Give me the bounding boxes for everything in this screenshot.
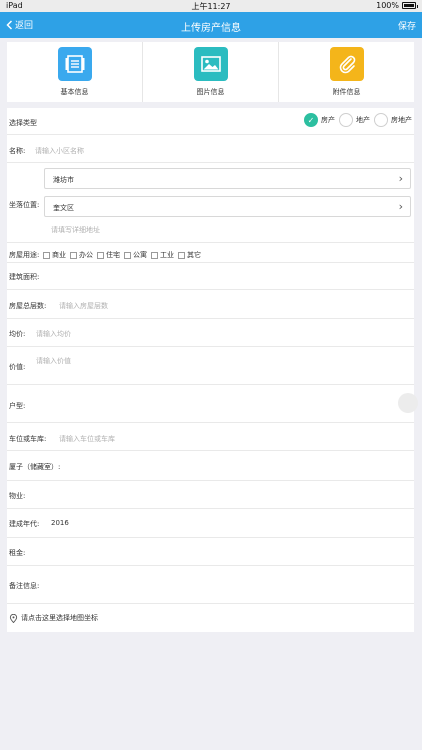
status-bar: iPad 上午11:27 100% — [0, 0, 422, 12]
battery-percent: 100% — [376, 1, 399, 10]
city-select[interactable]: 潍坊市 › — [44, 168, 411, 189]
property-form: 选择类型 ✓ 房产 地产 房地产 名称: 请输入小区名称 坐落位置: 潍坊市 › — [7, 108, 418, 632]
parking-row[interactable]: 车位或车库: 请输入车位或车库 — [7, 423, 414, 451]
radio-circle — [339, 113, 353, 127]
checkbox-label: 工业 — [160, 251, 174, 259]
document-icon — [57, 47, 92, 81]
checkbox-label: 住宅 — [106, 251, 120, 259]
usage-checkbox-group: 商业 办公 住宅 公寓 工业 其它 — [43, 250, 205, 260]
name-input[interactable]: 请输入小区名称 — [35, 146, 84, 156]
radio-land[interactable]: 地产 — [339, 113, 370, 127]
year-label: 建成年代: — [9, 520, 40, 528]
city-value: 潍坊市 — [53, 176, 74, 184]
checkbox-box — [151, 251, 158, 259]
type-label: 选择类型 — [9, 119, 37, 127]
image-icon — [193, 47, 228, 81]
radio-real-estate[interactable]: 房地产 — [374, 113, 412, 127]
name-label: 名称: — [9, 147, 26, 155]
checkbox-label: 公寓 — [133, 251, 147, 259]
battery-icon — [402, 2, 418, 9]
year-row[interactable]: 建成年代: 2016 — [7, 509, 414, 538]
battery-status: 100% — [376, 1, 418, 10]
unit-price-input[interactable]: 请输入均价 — [36, 329, 71, 339]
district-value: 奎文区 — [53, 204, 74, 212]
parking-label: 车位或车库: — [9, 435, 47, 443]
address-input[interactable]: 请填写详细地址 — [51, 225, 100, 235]
parking-input[interactable]: 请输入车位或车库 — [59, 434, 115, 444]
checkbox-box — [70, 251, 77, 259]
radio-label: 地产 — [356, 116, 370, 124]
district-select[interactable]: 奎文区 › — [44, 196, 411, 217]
radio-house[interactable]: ✓ 房产 — [304, 113, 335, 127]
location-pin-icon — [9, 613, 18, 623]
checkbox-industrial[interactable]: 工业 — [151, 250, 174, 260]
section-tabs: 基本信息 图片信息 附件信息 — [7, 42, 414, 102]
floors-row[interactable]: 房屋总层数: 请输入房屋层数 — [7, 290, 414, 319]
checkbox-box — [178, 251, 185, 259]
value-input[interactable]: 请输入价值 — [36, 356, 71, 366]
map-picker[interactable]: 请点击这里选择地图坐标 — [9, 613, 98, 623]
floors-label: 房屋总层数: — [9, 302, 47, 310]
clock: 上午11:27 — [191, 2, 231, 11]
tab-image-info[interactable]: 图片信息 — [143, 42, 279, 102]
area-label: 建筑面积: — [9, 273, 40, 281]
tab-label: 基本信息 — [60, 88, 89, 96]
value-label: 价值: — [9, 363, 26, 371]
save-button[interactable]: 保存 — [398, 19, 416, 32]
radio-label: 房产 — [321, 116, 335, 124]
chevron-right-icon: › — [398, 200, 403, 213]
checkbox-label: 商业 — [52, 251, 66, 259]
checkbox-label: 其它 — [187, 251, 201, 259]
checkbox-apartment[interactable]: 公寓 — [124, 250, 147, 260]
map-label: 请点击这里选择地图坐标 — [21, 614, 98, 622]
area-row[interactable]: 建筑面积: — [7, 263, 414, 290]
location-label: 坐落位置: — [9, 201, 40, 209]
checkbox-label: 办公 — [79, 251, 93, 259]
unit-price-row[interactable]: 均价: 请输入均价 — [7, 319, 414, 347]
usage-label: 房屋用途: — [9, 251, 40, 259]
location-row: 坐落位置: 潍坊市 › 奎文区 › 请填写详细地址 — [7, 163, 414, 243]
unit-price-label: 均价: — [9, 330, 26, 338]
paperclip-icon — [329, 47, 364, 81]
radio-circle — [374, 113, 388, 127]
rent-row[interactable]: 租金: — [7, 538, 414, 566]
checkbox-office[interactable]: 办公 — [70, 250, 93, 260]
value-row[interactable]: 价值: 请输入价值 — [7, 347, 414, 385]
storage-label: 厦子（储藏室）: — [9, 463, 61, 471]
floors-input[interactable]: 请输入房屋层数 — [59, 301, 108, 311]
page-title: 上传房产信息 — [181, 23, 241, 34]
name-row[interactable]: 名称: 请输入小区名称 — [7, 135, 414, 163]
chevron-right-icon: › — [398, 172, 403, 185]
scroll-handle[interactable] — [398, 393, 418, 413]
remarks-row[interactable]: 备注信息: — [7, 566, 414, 604]
property-label: 物业: — [9, 492, 26, 500]
type-radio-group: ✓ 房产 地产 房地产 — [300, 113, 412, 127]
tab-label: 图片信息 — [196, 88, 225, 96]
layout-row[interactable]: 户型: — [7, 385, 418, 423]
rent-label: 租金: — [9, 549, 26, 557]
remarks-label: 备注信息: — [9, 582, 40, 590]
tab-attachment-info[interactable]: 附件信息 — [279, 42, 414, 102]
layout-label: 户型: — [9, 402, 26, 410]
radio-label: 房地产 — [391, 116, 412, 124]
property-row[interactable]: 物业: — [7, 481, 414, 509]
year-input[interactable]: 2016 — [51, 519, 69, 527]
usage-row: 房屋用途: 商业 办公 住宅 公寓 工业 其它 — [7, 243, 414, 263]
check-icon: ✓ — [304, 113, 318, 127]
nav-bar: 返回 上传房产信息 保存 — [0, 12, 422, 38]
checkbox-box — [43, 251, 50, 259]
tab-basic-info[interactable]: 基本信息 — [7, 42, 143, 102]
checkbox-box — [97, 251, 104, 259]
checkbox-box — [124, 251, 131, 259]
checkbox-commercial[interactable]: 商业 — [43, 250, 66, 260]
storage-row[interactable]: 厦子（储藏室）: — [7, 451, 414, 481]
tab-label: 附件信息 — [332, 88, 361, 96]
checkbox-residential[interactable]: 住宅 — [97, 250, 120, 260]
checkbox-other[interactable]: 其它 — [178, 250, 201, 260]
type-row: 选择类型 ✓ 房产 地产 房地产 — [7, 108, 414, 135]
